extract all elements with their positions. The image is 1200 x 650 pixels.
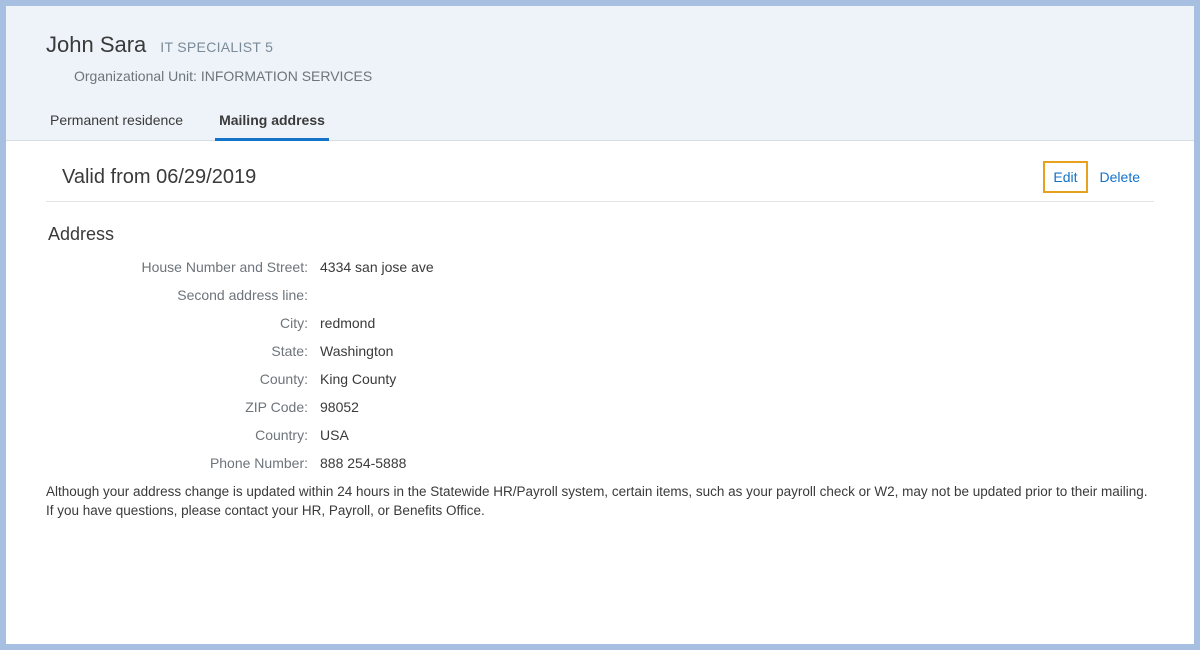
- tab-permanent-residence[interactable]: Permanent residence: [46, 104, 187, 141]
- valid-bar: Valid from 06/29/2019 Edit Delete: [46, 141, 1154, 202]
- page: John Sara IT SPECIALIST 5 Organizational…: [6, 6, 1194, 644]
- valid-prefix: Valid from: [62, 166, 151, 188]
- field-value: redmond: [316, 315, 375, 331]
- field-phone: Phone Number: 888 254-5888: [46, 455, 1154, 471]
- edit-button[interactable]: Edit: [1047, 165, 1083, 189]
- field-value: King County: [316, 371, 396, 387]
- content: Valid from 06/29/2019 Edit Delete Addres…: [6, 141, 1194, 521]
- field-value: USA: [316, 427, 349, 443]
- delete-button[interactable]: Delete: [1094, 165, 1146, 189]
- name-line: John Sara IT SPECIALIST 5: [46, 32, 1154, 58]
- field-label: Phone Number:: [46, 455, 316, 471]
- job-title: IT SPECIALIST 5: [160, 39, 273, 55]
- tabs: Permanent residence Mailing address: [46, 104, 1154, 140]
- field-zip: ZIP Code: 98052: [46, 399, 1154, 415]
- field-label: State:: [46, 343, 316, 359]
- field-value: 4334 san jose ave: [316, 259, 434, 275]
- header: John Sara IT SPECIALIST 5 Organizational…: [6, 6, 1194, 141]
- valid-date: 06/29/2019: [156, 166, 256, 188]
- field-label: County:: [46, 371, 316, 387]
- field-label: House Number and Street:: [46, 259, 316, 275]
- person-name: John Sara: [46, 32, 146, 58]
- field-state: State: Washington: [46, 343, 1154, 359]
- valid-from-text: Valid from 06/29/2019: [62, 166, 256, 189]
- org-unit: Organizational Unit: INFORMATION SERVICE…: [74, 68, 1154, 84]
- field-second-line: Second address line:: [46, 287, 1154, 303]
- fields: House Number and Street: 4334 san jose a…: [46, 259, 1154, 471]
- field-label: ZIP Code:: [46, 399, 316, 415]
- field-label: Second address line:: [46, 287, 316, 303]
- field-value: Washington: [316, 343, 393, 359]
- actions: Edit Delete: [1047, 165, 1146, 189]
- field-country: Country: USA: [46, 427, 1154, 443]
- section-title-address: Address: [48, 224, 1154, 245]
- field-county: County: King County: [46, 371, 1154, 387]
- field-value: 888 254-5888: [316, 455, 406, 471]
- field-city: City: redmond: [46, 315, 1154, 331]
- disclaimer-text: Although your address change is updated …: [46, 483, 1154, 521]
- tab-mailing-address[interactable]: Mailing address: [215, 104, 329, 141]
- org-label: Organizational Unit:: [74, 68, 197, 84]
- field-value: 98052: [316, 399, 359, 415]
- org-value: INFORMATION SERVICES: [201, 68, 372, 84]
- field-label: Country:: [46, 427, 316, 443]
- field-label: City:: [46, 315, 316, 331]
- field-house-street: House Number and Street: 4334 san jose a…: [46, 259, 1154, 275]
